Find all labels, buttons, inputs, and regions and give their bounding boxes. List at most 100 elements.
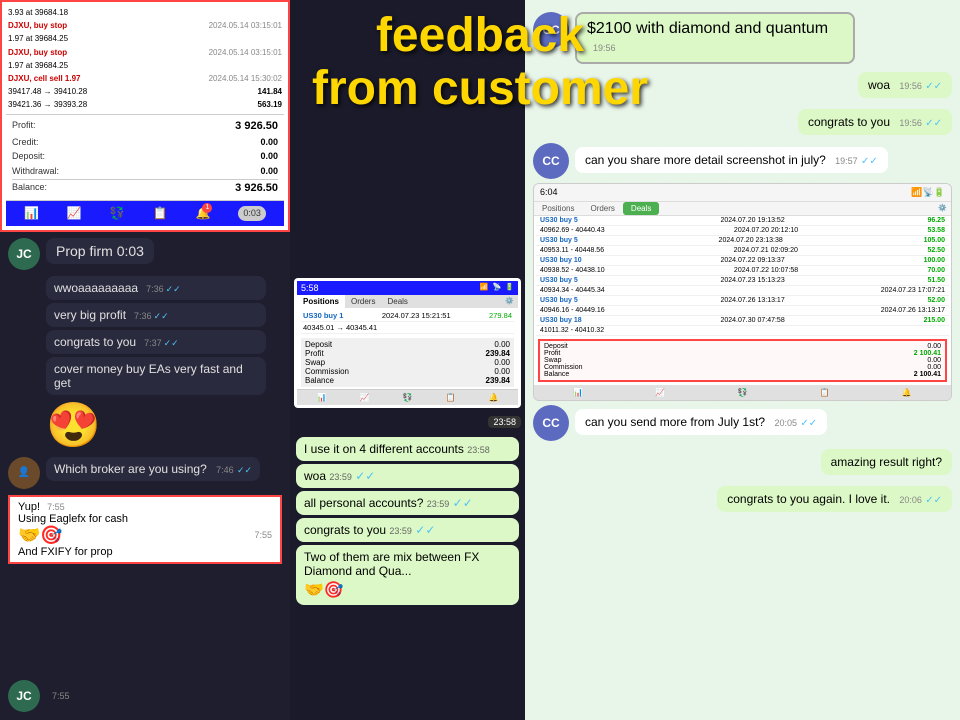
ts-tabs: Positions Orders Deals ⚙️ <box>297 295 518 308</box>
left-panel: 3.93 at 39684.18 DJXU, buy stop 2024.05.… <box>0 0 290 720</box>
ts-data: US30 buy 1 2024.07.23 15:21:51 279.84 40… <box>297 308 518 389</box>
bs-tabs: Positions Orders Deals ⚙️ <box>534 202 951 216</box>
avatar-other: 👤 <box>8 457 40 489</box>
bubble-broker: Which broker are you using? 7:46 ✓✓ <box>46 457 260 481</box>
profit-row: Credit: 0.00 <box>12 135 278 150</box>
tab-orders[interactable]: Orders <box>345 295 381 308</box>
mid-trading-screenshot: 5:58 📶 📡 🔋 Positions Orders Deals ⚙️ US3… <box>290 270 525 434</box>
bs-highlighted: Deposit 0.00 Profit 2 100.41 Swap 0.00 C… <box>538 339 947 382</box>
broker-msg: 👤 Which broker are you using? 7:46 ✓✓ <box>8 457 282 489</box>
yup-msg: Yup! 7:55 <box>18 501 272 513</box>
chart-icon: 📈 <box>67 205 82 222</box>
tab-positions[interactable]: Positions <box>297 295 345 308</box>
mid-bubble-personal: all personal accounts? 23:59 ✓✓ <box>296 491 519 515</box>
bubble-congrats-out: congrats to you 19:56 ✓✓ <box>798 109 952 135</box>
bubble-big-profit: very big profit 7:36 ✓✓ <box>46 303 266 327</box>
mid-bubble-accounts: I use it on 4 different accounts 23:58 <box>296 437 519 461</box>
mid-messages: I use it on 4 different accounts 23:58 w… <box>290 437 525 605</box>
msg-congrats: congrats to you 7:37 ✓✓ <box>46 330 282 354</box>
avatar-jc-bottom: JC <box>8 680 40 712</box>
ts-footer-nav: 📊 📈 💱 📋 🔔 <box>297 389 518 405</box>
msg-big-profit: very big profit 7:36 ✓✓ <box>46 303 282 327</box>
quotes-icon: 📊 <box>24 205 39 222</box>
bs-table: US30 buy 5 2024.07.20 19:13:52 96.25 409… <box>534 216 951 336</box>
big-screenshot: 6:04 📶📡🔋 Positions Orders Deals ⚙️ US30 … <box>533 183 952 401</box>
msg-amazing: amazing result right? <box>533 445 952 479</box>
bottom-right-msgs: CC can you send more from July 1st? 20:0… <box>533 405 952 516</box>
broker-section: 👤 Which broker are you using? 7:46 ✓✓ <box>0 457 290 489</box>
bs-header: 6:04 📶📡🔋 <box>534 184 951 202</box>
eaglefx-msg: Using Eaglefx for cash <box>18 513 272 525</box>
bs-footer-nav: 📊 📈 💱 📋 🔔 <box>534 385 951 400</box>
tab-bs-positions[interactable]: Positions <box>534 202 582 215</box>
bubble-amazing: amazing result right? <box>821 449 952 475</box>
msg-cover: cover money buy EAs very fast and get <box>46 357 282 395</box>
msg-congrats-again: congrats to you again. I love it. 20:06 … <box>533 482 952 516</box>
ts-summary: Deposit0.00 Profit239.84 Swap0.00 Commis… <box>301 338 514 387</box>
ts-row-1: US30 buy 1 2024.07.23 15:21:51 279.84 <box>301 310 514 322</box>
trade-row: 1.97 at 39684.25 <box>6 32 284 45</box>
profit-row: Profit: 3 926.50 <box>12 118 278 135</box>
bs-row-11: US30 buy 18 2024.07.30 07:47:58 215.00 <box>536 316 949 326</box>
history-icon: 📋 <box>153 205 168 222</box>
trade-row: DJXU, buy stop 2024.05.14 03:15:01 <box>6 19 284 32</box>
bubble-woa-out: woa 19:56 ✓✓ <box>858 72 952 98</box>
tab-deals[interactable]: Deals <box>381 295 413 308</box>
bs-row-10: 40946.16 - 40449.16 2024.07.26 13:13:17 <box>536 306 949 316</box>
jc-bottom: JC 7:55 <box>8 680 70 712</box>
bs-row-6: 40938.52 - 40438.10 2024.07.22 10:07:58 … <box>536 266 949 276</box>
bs-row-4: 40953.11 - 40448.56 2024.07.21 02:09:20 … <box>536 246 949 256</box>
bs-row-9: US30 buy 5 2024.07.26 13:13:17 52.00 <box>536 296 949 306</box>
bottom-section: Yup! 7:55 Using Eaglefx for cash 🤝🎯 7:55… <box>8 495 282 564</box>
bs-swap: Swap 0.00 <box>544 357 941 364</box>
tab-bs-deals[interactable]: Deals <box>623 202 659 215</box>
avatar-jc: JC <box>8 238 40 270</box>
profit-row: Balance: 3 926.50 <box>12 179 278 197</box>
profit-section: Profit: 3 926.50 Credit: 0.00 Deposit: 0… <box>6 114 284 201</box>
bubble-send-july: can you send more from July 1st? 20:05 ✓… <box>575 409 827 435</box>
bs-balance: Balance 2 100.41 <box>544 371 941 378</box>
history-bar: 📊 📈 💱 📋 🔔1 0:03 <box>6 200 284 226</box>
bubble-wwoa: wwoaaaaaaaaa 7:36 ✓✓ <box>46 276 266 300</box>
bs-row-2: 40962.69 - 40440.43 2024.07.20 20:12:10 … <box>536 226 949 236</box>
trade-row: 3.93 at 39684.18 <box>6 6 284 19</box>
prop-firm-msg: JC Prop firm 0:03 <box>8 238 282 270</box>
mid-bubble-two: Two of them are mix between FX Diamond a… <box>296 545 519 605</box>
bubble-congrats-again: congrats to you again. I love it. 20:06 … <box>717 486 952 512</box>
bs-row-8: 40934.34 - 40445.34 2024.07.23 17:07:21 <box>536 286 949 296</box>
page-title: feedback from customer <box>312 10 648 116</box>
ts-header: 5:58 📶 📡 🔋 <box>297 281 518 295</box>
bs-profit: Profit 2 100.41 <box>544 350 941 357</box>
emoji-msg: 😍 <box>46 399 282 451</box>
trade-row: 1.97 at 39684.25 <box>6 59 284 72</box>
time-badge: 0:03 <box>238 206 266 221</box>
mid-bubble-congrats2: congrats to you 23:59 ✓✓ <box>296 518 519 542</box>
trade-row: DJXU, cell sell 1.97 2024.05.14 15:30:02 <box>6 72 284 85</box>
eaglefx-icons: 🤝🎯 7:55 <box>18 525 272 546</box>
trade-row: 39421.36 → 39393.28 563.19 <box>6 98 284 111</box>
profit-row: Deposit: 0.00 <box>12 149 278 164</box>
bs-row-5: US30 buy 10 2024.07.22 09:13:37 100.00 <box>536 256 949 266</box>
bubble-congrats: congrats to you 7:37 ✓✓ <box>46 330 266 354</box>
tab-bs-orders[interactable]: Orders <box>582 202 622 215</box>
profit-row: Withdrawal: 0.00 <box>12 164 278 179</box>
bs-deposit: Deposit 0.00 <box>544 343 941 350</box>
msg-share: CC can you share more detail screenshot … <box>533 143 952 179</box>
mid-bubble-woa: woa 23:59 ✓✓ <box>296 464 519 488</box>
bs-commission: Commission 0.00 <box>544 364 941 371</box>
msg-wwoa: wwoaaaaaaaaa 7:36 ✓✓ <box>46 276 282 300</box>
chat-area: JC Prop firm 0:03 wwoaaaaaaaaa 7:36 ✓✓ <box>0 232 290 457</box>
notification-icon: 🔔1 <box>196 205 211 222</box>
ts-row-2: 40345.01 → 40345.41 <box>301 322 514 334</box>
bubble-share: can you share more detail screenshot in … <box>575 147 888 173</box>
trading-screenshot: 5:58 📶 📡 🔋 Positions Orders Deals ⚙️ US3… <box>294 278 521 408</box>
bs-row-7: US30 buy 5 2024.07.23 15:13:23 51.50 <box>536 276 949 286</box>
trade-icon: 💱 <box>110 205 125 222</box>
trade-row: 39417.48 → 39410.28 141.84 <box>6 85 284 98</box>
prop-firm-bubble: Prop firm 0:03 <box>46 238 154 264</box>
msg-send-july: CC can you send more from July 1st? 20:0… <box>533 405 952 441</box>
time-badge-mid: 23:58 <box>294 412 521 430</box>
bs-row-12: 41011.32 - 40410.32 <box>536 326 949 336</box>
bs-row-3: US30 buy 5 2024.07.20 23:13:38 105.00 <box>536 236 949 246</box>
fxify-msg: And FXIFY for prop <box>18 546 272 558</box>
